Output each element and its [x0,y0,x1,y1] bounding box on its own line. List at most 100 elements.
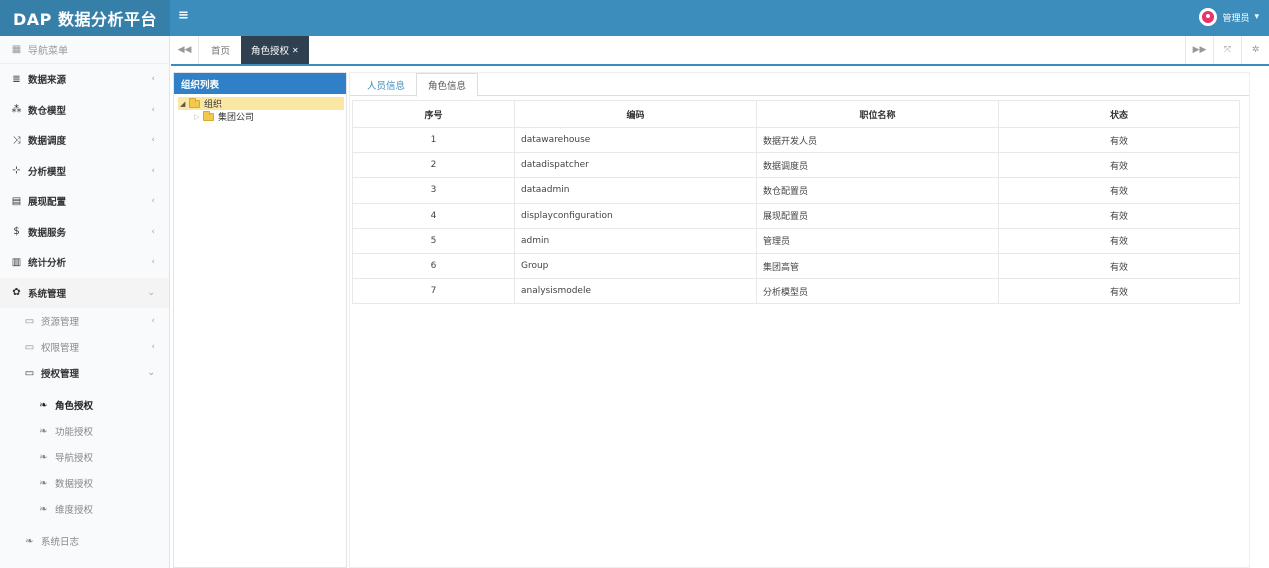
table-row[interactable]: 5 admin 管理员 有效 [352,227,1240,254]
film-icon: ▤ [11,195,22,207]
table-cell: 数据调度员 [756,152,999,179]
chevron-left-icon: ‹ [151,316,155,326]
tab-home[interactable]: 首页 [201,36,240,64]
chevron-left-icon: ‹ [151,257,155,268]
user-menu[interactable]: 管理员 ▾ [1199,8,1259,26]
sidebar-item-label: 数仓模型 [28,105,67,117]
table-row[interactable]: 4 displayconfiguration 展现配置员 有效 [352,202,1240,229]
tab-scroll-left-icon[interactable]: ◀◀ [171,36,199,64]
sidebar-leaf-label: 数据授权 [55,479,94,490]
sidebar-item-label: 数据来源 [28,75,67,87]
sidebar-item[interactable]: ⤨ 数据调度 ‹ [0,125,169,156]
sidebar-leaf-role-auth[interactable]: ❧ 角色授权 [0,392,169,418]
sidebar-item[interactable]: ⊹ 分析模型 ‹ [0,156,169,187]
column-header[interactable]: 职位名称 [756,100,999,128]
tree-node-label: 组织 [204,100,223,110]
table-cell: 展现配置员 [756,202,999,229]
sidebar-item-system-log[interactable]: ❧ 系统日志 [0,528,169,554]
dollar-icon: $ [13,226,20,238]
table-cell: 数据开发人员 [756,126,999,154]
sidebar-item-label: 展现配置 [28,197,67,209]
table-cell: 1 [352,126,515,154]
leaf-icon: ❧ [39,503,48,515]
table-cell: datawarehouse [514,126,757,154]
tree-node-group-company[interactable]: ▷ 集团公司 [174,110,346,123]
chevron-left-icon: ‹ [151,165,155,176]
table-row[interactable]: 2 datadispatcher 数据调度员 有效 [352,152,1240,179]
gear-icon: ✿ [12,287,21,299]
org-panel-title: 组织列表 [174,73,346,94]
sidebar-item[interactable]: ▤ 展现配置 ‹ [0,186,169,217]
table-cell: Group [514,252,757,280]
table-row[interactable]: 6 Group 集团高管 有效 [352,252,1240,280]
sidebar-item-label: 统计分析 [28,258,67,270]
sidebar-item-label: 系统管理 [28,288,67,300]
column-header[interactable]: 编码 [514,100,757,128]
sidebar-sub-label: 授权管理 [41,369,80,380]
leaf-icon: ❧ [39,477,48,489]
tree-node-root[interactable]: ◢ 组织 [178,97,344,110]
sidebar-leaf-dimension-auth[interactable]: ❧ 维度授权 [0,496,169,522]
user-caret-icon: ▾ [1254,12,1259,22]
folder-icon: ▭ [24,315,35,327]
app-title[interactable]: DAP 数据分析平台 [0,0,170,36]
avatar[interactable] [1199,8,1218,26]
table-cell: 分析模型员 [756,278,999,305]
folder-icon [203,110,214,121]
sidebar-leaf-nav-auth[interactable]: ❧ 导航授权 [0,444,169,470]
sidebar-leaf-data-auth[interactable]: ❧ 数据授权 [0,470,169,496]
table-row[interactable]: 7 analysismodele 分析模型员 有效 [352,278,1240,305]
tab-role-auth[interactable]: 角色授权 ✕ [241,36,309,64]
top-header: DAP 数据分析平台 ≡ 管理员 ▾ [0,0,1269,36]
close-icon[interactable]: ✕ [292,46,299,55]
chevron-left-icon: ‹ [151,226,155,237]
caret-down-icon[interactable]: ◢ [180,100,187,108]
chevron-left-icon: ‹ [151,104,155,115]
leaf-icon: ❧ [25,535,34,547]
table-row[interactable]: 1 datawarehouse 数据开发人员 有效 [352,126,1240,154]
gear-icon[interactable]: ✲ [1241,36,1269,64]
fullscreen-icon[interactable]: ⤧ [1213,36,1241,64]
sidebar-leaf-label: 角色授权 [55,401,94,412]
table-cell: displayconfiguration [514,202,757,229]
menu-toggle-icon[interactable]: ≡ [178,8,189,23]
sidebar-leaf-function-auth[interactable]: ❧ 功能授权 [0,418,169,444]
sidebar-item[interactable]: ≣ 数据来源 ‹ [0,64,169,95]
grid-icon: ▦ [11,44,22,55]
leaf-icon: ❧ [39,425,48,437]
column-header[interactable]: 序号 [352,100,515,128]
chevron-left-icon: ‹ [151,135,155,146]
tab-role-info[interactable]: 角色信息 [416,73,479,97]
sidebar-sub-permission[interactable]: ▭ 权限管理 ‹ [0,334,169,360]
sidebar-sub-authorization[interactable]: ▭ 授权管理 ⌄ [0,360,169,386]
leaf-icon: ❧ [39,451,48,463]
tab-people-info[interactable]: 人员信息 [356,73,416,96]
sidebar-item[interactable]: ⁂ 数仓模型 ‹ [0,95,169,126]
caret-right-icon[interactable]: ▷ [194,113,201,121]
table-row[interactable]: 3 dataadmin 数仓配置员 有效 [352,177,1240,204]
org-panel: 组织列表 ◢ 组织 ▷ 集团公司 [173,72,347,568]
table-cell: 有效 [998,227,1240,254]
sidebar-item[interactable]: $ 数据服务 ‹ [0,217,169,248]
table-cell: datadispatcher [514,152,757,179]
table-cell: 数仓配置员 [756,177,999,204]
folder-open-icon: ▭ [24,367,35,379]
sidebar: ▦ 导航菜单 ≣ 数据来源 ‹ ⁂ 数仓模型 ‹ ⤨ 数据调度 ‹ ⊹ 分析模型 ‹ ▤ 展现配置 ‹ $ 数据… [0,36,170,568]
table-header-row: 序号 编码 职位名称 状态 [352,100,1240,128]
role-table: 序号 编码 职位名称 状态 1 datawarehouse 数据开发人员 有效 2 dat… [352,100,1240,305]
chevron-left-icon: ‹ [151,196,155,207]
nav-header: ▦ 导航菜单 [0,36,169,64]
sidebar-sub-resource[interactable]: ▭ 资源管理 ‹ [0,308,169,334]
sidebar-item[interactable]: ✿ 系统管理 ⌄ [0,277,169,308]
column-header[interactable]: 状态 [998,100,1240,128]
table-cell: 7 [352,278,515,305]
sidebar-item[interactable]: ▥ 统计分析 ‹ [0,247,169,278]
table-cell: 6 [352,252,515,280]
random-icon: ⤨ [12,134,21,146]
sidebar-leaf-label: 维度授权 [55,505,94,516]
table-cell: 有效 [998,202,1240,229]
sidebar-sub-label: 权限管理 [41,343,80,354]
tab-scroll-right-icon[interactable]: ▶▶ [1185,36,1213,64]
sidebar-leaf-label: 功能授权 [55,427,94,438]
folder-icon: ▭ [24,341,35,353]
